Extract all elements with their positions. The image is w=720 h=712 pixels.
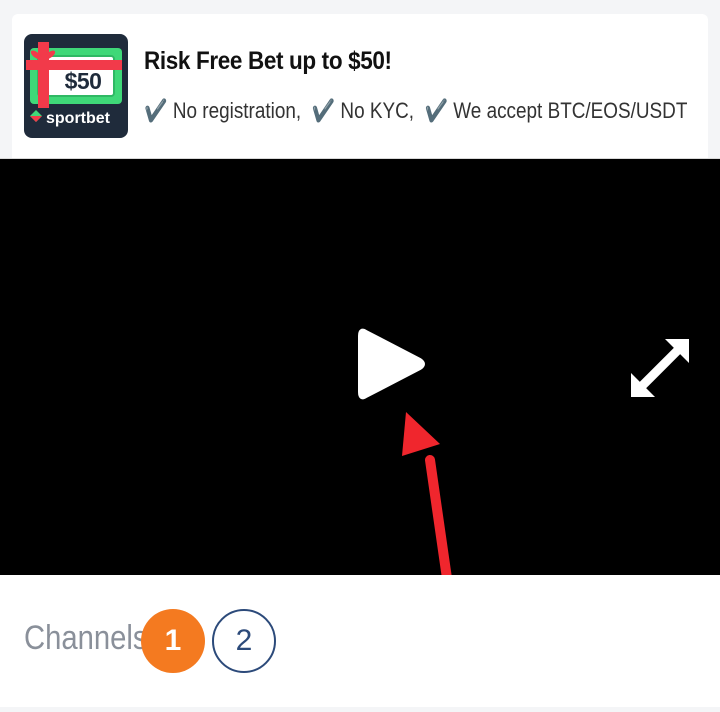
check-icon: ✔️ bbox=[144, 98, 168, 123]
video-player[interactable] bbox=[0, 158, 720, 575]
logo-amount: $50 bbox=[64, 68, 102, 94]
fullscreen-button[interactable] bbox=[625, 333, 695, 403]
ad-title[interactable]: Risk Free Bet up to $50! bbox=[144, 47, 392, 76]
expand-icon bbox=[631, 339, 689, 397]
feature-item: ✔️ No registration, bbox=[144, 98, 301, 123]
channels-label: Channels bbox=[24, 619, 148, 657]
logo-brand-text: sportbet bbox=[46, 110, 110, 127]
channels-bar: Channels 1 2 bbox=[0, 575, 720, 707]
check-icon: ✔️ bbox=[424, 98, 449, 123]
feature-item: ✔️ We accept BTC/EOS/USDT bbox=[424, 98, 687, 123]
sportbet-logo[interactable]: $50 sportbet bbox=[24, 34, 128, 138]
ad-banner[interactable]: $50 sportbet Risk Free Bet up to $50! ✔️… bbox=[12, 14, 708, 158]
channel-2-button[interactable]: 2 bbox=[212, 609, 276, 673]
divider bbox=[0, 707, 720, 712]
check-icon: ✔️ bbox=[311, 98, 336, 123]
ad-features: ✔️ No registration, ✔️ No KYC, ✔️ We acc… bbox=[144, 98, 693, 124]
logo-brand: sportbet bbox=[30, 110, 128, 128]
play-icon bbox=[358, 328, 425, 400]
feature-text: We accept BTC/EOS/USDT bbox=[453, 98, 688, 123]
diamond-icon bbox=[30, 110, 42, 122]
channel-1-button[interactable]: 1 bbox=[141, 609, 205, 673]
play-button[interactable] bbox=[356, 324, 428, 404]
feature-text: No registration, bbox=[172, 98, 302, 123]
feature-text: No KYC, bbox=[340, 98, 415, 123]
feature-item: ✔️ No KYC, bbox=[312, 98, 414, 123]
